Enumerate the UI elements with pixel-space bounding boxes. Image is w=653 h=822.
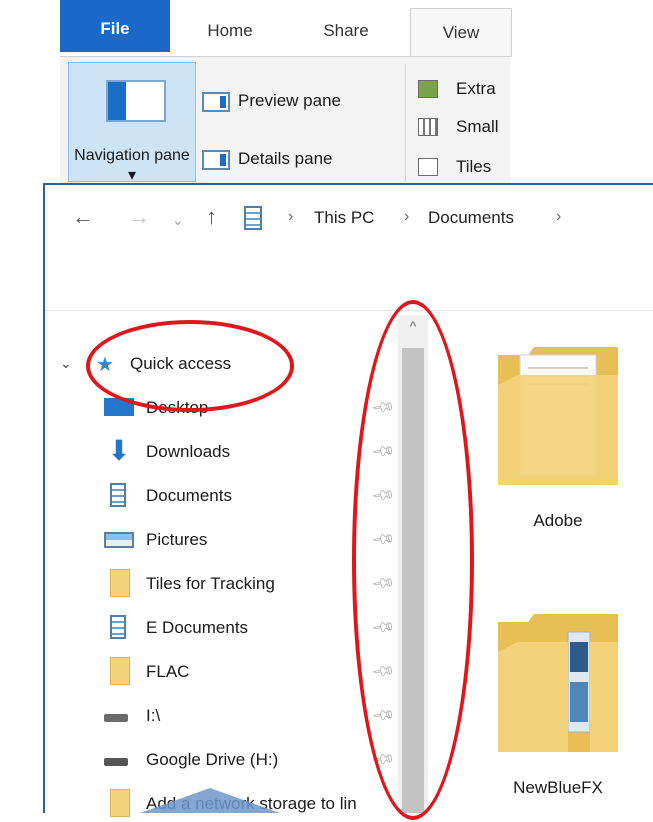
nav-item-label: E Documents	[146, 618, 249, 637]
annotation-arrow-icon	[140, 788, 280, 813]
nav-item-label: Google Drive (H:)	[146, 750, 279, 769]
layout-tiles[interactable]: Tiles	[456, 157, 491, 177]
breadcrumb-separator: ›	[556, 208, 562, 225]
annotation-ellipse	[352, 300, 474, 820]
nav-item-label: I:\	[146, 706, 161, 725]
tab-file[interactable]: File	[60, 0, 170, 52]
nav-item-label: Pictures	[146, 530, 208, 549]
tab-home[interactable]: Home	[190, 0, 270, 52]
documents-icon	[110, 615, 126, 639]
downloads-icon: ⬇	[107, 435, 131, 466]
breadcrumb-separator: ›	[404, 208, 410, 225]
folder-icon[interactable]	[498, 612, 618, 752]
layout-small[interactable]: Small	[456, 117, 499, 137]
breadcrumb-this-pc[interactable]: This PC	[314, 208, 374, 228]
navigation-pane-label: Navigation pane ▾	[74, 147, 190, 184]
folder-name: Adobe	[533, 511, 583, 530]
recent-dropdown-icon[interactable]: ⌄	[172, 212, 184, 229]
small-icons-icon	[418, 118, 438, 136]
nav-item-label: Tiles for Tracking	[146, 574, 275, 593]
nav-item-documents[interactable]: Documents 📌︎	[104, 478, 396, 514]
preview-pane-button[interactable]: Preview pane	[238, 91, 341, 111]
nav-item-google-drive[interactable]: Google Drive (H:) 📌︎	[104, 742, 396, 778]
folder-icon[interactable]	[498, 345, 618, 485]
pictures-icon	[104, 532, 134, 548]
address-divider	[45, 310, 653, 311]
annotation-circle	[86, 320, 294, 412]
nav-item-tiles-for-tracking[interactable]: Tiles for Tracking 📌︎	[104, 566, 396, 602]
folder-icon	[110, 569, 130, 597]
nav-item-label: Downloads	[146, 442, 231, 461]
navigation-pane-icon	[106, 80, 166, 122]
nav-item-downloads[interactable]: ⬇ Downloads 📌︎	[104, 434, 396, 470]
drive-icon	[104, 758, 128, 766]
expand-chevron-icon[interactable]: ⌄	[60, 355, 72, 372]
forward-arrow-icon[interactable]: →	[128, 204, 150, 230]
nav-item-label: FLAC	[146, 662, 190, 681]
back-arrow-icon[interactable]: ←	[72, 204, 94, 230]
nav-item-flac[interactable]: FLAC 📌︎	[104, 654, 396, 690]
documents-icon	[110, 483, 126, 507]
drive-icon	[104, 714, 128, 722]
tab-share[interactable]: Share	[306, 0, 386, 52]
details-pane-icon	[202, 150, 230, 170]
layout-extra-large[interactable]: Extra	[456, 79, 496, 99]
up-arrow-icon[interactable]: ↑	[206, 204, 217, 230]
tiles-icon	[418, 158, 438, 176]
breadcrumb-separator: ›	[288, 208, 294, 225]
preview-pane-icon	[202, 92, 230, 112]
details-pane-button[interactable]: Details pane	[238, 149, 333, 169]
nav-item-label: Documents	[146, 486, 232, 505]
breadcrumb-documents[interactable]: Documents	[428, 208, 514, 228]
documents-location-icon	[244, 206, 262, 230]
ribbon-separator	[405, 64, 406, 182]
tab-view[interactable]: View	[410, 8, 512, 57]
folder-icon	[110, 657, 130, 685]
folder-name: NewBlueFX	[513, 778, 603, 797]
extra-large-icons-icon	[418, 80, 438, 98]
nav-item-i-drive[interactable]: I:\ 📌︎	[104, 698, 396, 734]
nav-item-e-documents[interactable]: E Documents 📌︎	[104, 610, 396, 646]
nav-item-pictures[interactable]: Pictures 📌︎	[104, 522, 396, 558]
